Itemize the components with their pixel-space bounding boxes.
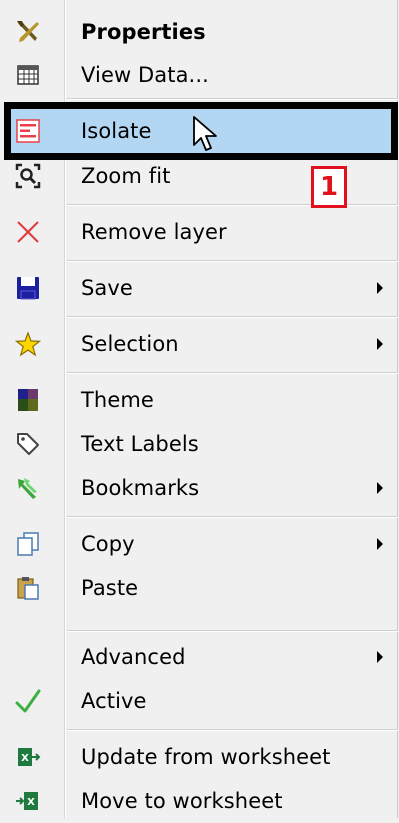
- menu-item-label: Copy: [81, 532, 135, 556]
- menu-item-label: Advanced: [81, 645, 186, 669]
- excel-import-icon: X: [15, 744, 41, 770]
- menu-item-label: Zoom fit: [81, 164, 171, 188]
- tag-icon: [15, 431, 41, 457]
- menu-separator: [67, 98, 398, 100]
- context-menu: Properties View Data... Isolate Zoom fit…: [0, 0, 398, 818]
- menu-item-selection[interactable]: Selection: [0, 322, 398, 366]
- menu-item-update-from-worksheet[interactable]: X Update from worksheet: [0, 735, 398, 779]
- submenu-arrow-icon: [377, 538, 383, 550]
- svg-text:X: X: [27, 797, 35, 808]
- submenu-arrow-icon: [377, 482, 383, 494]
- menu-separator: [67, 630, 398, 632]
- menu-separator: [67, 516, 398, 518]
- menu-item-copy[interactable]: Copy: [0, 522, 398, 566]
- menu-item-bookmarks[interactable]: Bookmarks: [0, 466, 398, 510]
- theme-swatch-icon: [15, 387, 41, 413]
- copy-icon: [15, 531, 41, 557]
- menu-item-label: Move to worksheet: [81, 789, 283, 813]
- table-icon: [15, 62, 41, 88]
- submenu-arrow-icon: [377, 651, 383, 663]
- star-icon: [15, 331, 41, 357]
- floppy-disk-icon: [15, 275, 41, 301]
- menu-item-label: Selection: [81, 332, 179, 356]
- menu-separator: [67, 316, 398, 318]
- menu-item-save[interactable]: Save: [0, 266, 398, 310]
- excel-export-icon: X: [15, 788, 41, 814]
- menu-item-label: Update from worksheet: [81, 745, 331, 769]
- menu-item-label: Bookmarks: [81, 476, 200, 500]
- bookmark-arrow-icon: [15, 475, 41, 501]
- submenu-arrow-icon: [377, 282, 383, 294]
- menu-separator: [67, 260, 398, 262]
- isolate-icon: [15, 118, 41, 144]
- menu-item-label: Save: [81, 276, 133, 300]
- menu-item-label: Isolate: [81, 119, 152, 143]
- submenu-arrow-icon: [377, 338, 383, 350]
- menu-separator: [67, 204, 398, 206]
- menu-item-label: Remove layer: [81, 220, 227, 244]
- menu-separator: [67, 372, 398, 374]
- mouse-cursor-icon: [192, 115, 222, 155]
- menu-item-remove-layer[interactable]: Remove layer: [0, 210, 398, 254]
- menu-item-theme[interactable]: Theme: [0, 378, 398, 422]
- checkmark-icon: [15, 688, 41, 714]
- menu-item-label: Active: [81, 689, 147, 713]
- menu-item-move-to-worksheet[interactable]: X Move to worksheet: [0, 779, 398, 823]
- menu-item-label: Paste: [81, 576, 139, 600]
- menu-item-advanced[interactable]: Advanced: [0, 635, 398, 679]
- menu-item-label: Theme: [81, 388, 154, 412]
- red-x-icon: [15, 219, 41, 245]
- svg-text:X: X: [21, 753, 29, 764]
- paste-icon: [15, 575, 41, 601]
- menu-item-active[interactable]: Active: [0, 679, 398, 723]
- menu-item-label: Text Labels: [81, 432, 199, 456]
- menu-item-view-data[interactable]: View Data...: [0, 53, 398, 97]
- annotation-number-badge: 1: [311, 166, 347, 208]
- menu-item-label: View Data...: [81, 63, 209, 87]
- zoom-fit-icon: [15, 163, 41, 189]
- menu-item-text-labels[interactable]: Text Labels: [0, 422, 398, 466]
- menu-item-properties[interactable]: Properties: [0, 10, 398, 54]
- menu-item-label: Properties: [81, 20, 206, 44]
- tools-icon: [15, 19, 41, 45]
- menu-separator: [67, 729, 398, 731]
- menu-item-paste[interactable]: Paste: [0, 566, 398, 610]
